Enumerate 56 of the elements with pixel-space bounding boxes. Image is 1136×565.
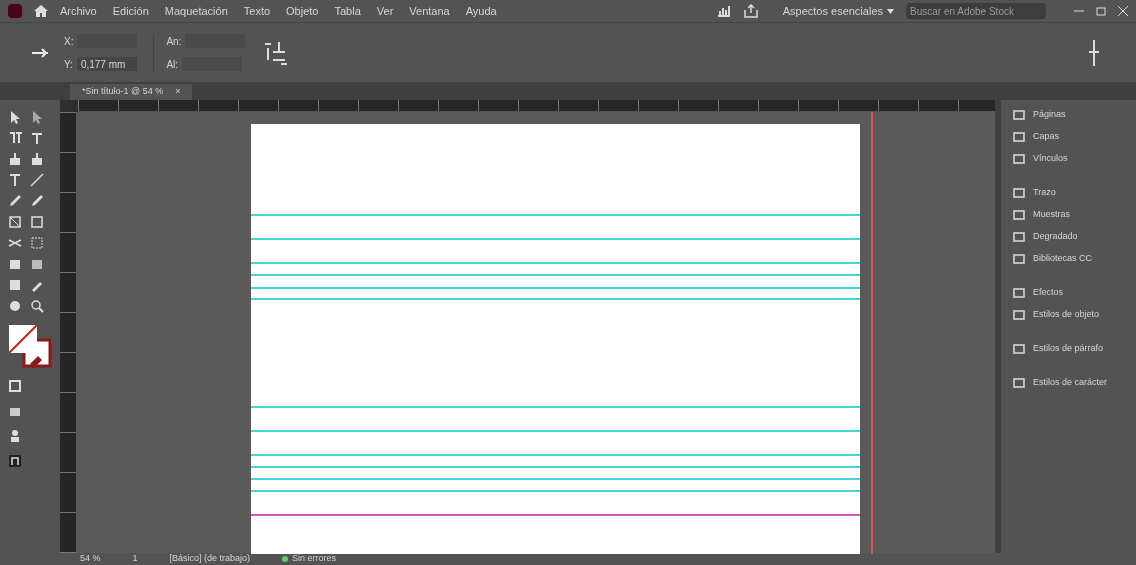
close-icon[interactable] — [1118, 6, 1128, 16]
menu-item[interactable]: Edición — [112, 2, 149, 20]
height-label: Al: — [166, 57, 179, 72]
menu-item[interactable]: Ver — [376, 2, 394, 20]
y-label: Y: — [64, 57, 73, 72]
chart-icon[interactable] — [716, 5, 731, 17]
zoom-level[interactable]: 54 % — [80, 552, 101, 565]
pen-icon[interactable] — [8, 194, 22, 208]
page-number[interactable]: 1 — [132, 552, 138, 565]
menu-item[interactable]: Archivo — [60, 2, 97, 20]
zoom-icon[interactable] — [30, 299, 44, 313]
menu-item[interactable]: Ventana — [409, 2, 450, 20]
restore-icon[interactable] — [1096, 6, 1106, 16]
menu-item[interactable]: Ayuda — [465, 2, 497, 20]
scissors-icon[interactable] — [8, 236, 22, 250]
panel-tab[interactable]: Estilos de objeto — [1033, 308, 1100, 322]
stroke-weight-field[interactable]: 0,177 mm — [76, 57, 137, 71]
menu-item[interactable]: Objeto — [286, 2, 319, 20]
fill-stroke-swatch-icon[interactable] — [8, 324, 52, 368]
share-icon[interactable] — [742, 4, 759, 18]
preflight-status[interactable]: Sin errores — [292, 552, 337, 565]
width-label: An: — [166, 34, 182, 49]
line-icon[interactable] — [30, 173, 44, 187]
search-field[interactable]: Buscar en Adobe Stock — [906, 3, 1046, 19]
rectangle-frame-icon[interactable] — [8, 215, 22, 229]
pencil-icon[interactable] — [30, 194, 44, 208]
panel-tab[interactable]: Vínculos — [1033, 152, 1068, 166]
square-icon[interactable] — [8, 379, 22, 393]
document-tab-title: *Sin título-1 @ 54 % — [82, 85, 164, 99]
tab-close-button[interactable]: × — [175, 85, 181, 99]
panel-tab[interactable]: Páginas — [1033, 108, 1066, 122]
menu-item[interactable]: Texto — [243, 2, 271, 20]
arrow-icon[interactable] — [30, 110, 44, 124]
home-icon[interactable] — [34, 5, 48, 17]
menu-item[interactable]: Tabla — [334, 2, 361, 20]
panel-tab[interactable]: Capas — [1033, 130, 1059, 144]
status-dot-icon — [282, 556, 289, 562]
panel-tab[interactable]: Estilos de carácter — [1033, 376, 1108, 390]
document-tab[interactable]: *Sin título-1 @ 54 % × — [70, 84, 193, 100]
type-icon[interactable] — [8, 173, 22, 187]
caret-icon[interactable] — [887, 8, 894, 14]
rectangle-icon[interactable] — [30, 215, 44, 229]
panel-tab[interactable]: Estilos de párrafo — [1033, 342, 1104, 356]
person-icon[interactable] — [8, 429, 22, 443]
arrow-icon[interactable] — [8, 110, 22, 124]
workspace-switcher[interactable]: Aspectos esenciales — [782, 2, 883, 20]
panel-tab[interactable]: Efectos — [1033, 286, 1063, 300]
x-label: X: — [64, 34, 74, 49]
menu-item[interactable]: Maquetación — [164, 2, 228, 20]
panel-tab[interactable]: Trazo — [1033, 186, 1056, 200]
panel-tab[interactable]: Muestras — [1033, 208, 1070, 222]
panel-tab[interactable]: Bibliotecas CC — [1033, 252, 1093, 266]
base-style[interactable]: [Básico] (de trabajo) — [169, 552, 251, 565]
app-logo — [8, 4, 22, 18]
transform-icon[interactable] — [30, 236, 44, 250]
panel-tab[interactable]: Degradado — [1033, 230, 1078, 244]
